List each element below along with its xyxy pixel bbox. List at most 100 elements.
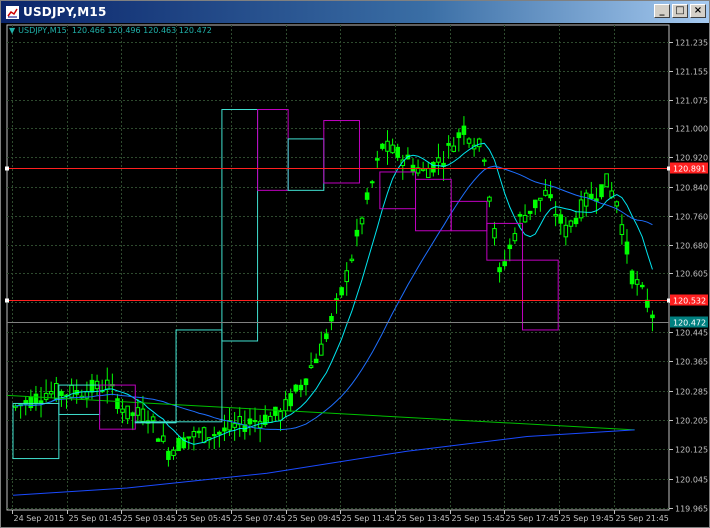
candle-body xyxy=(130,412,136,417)
candle-body xyxy=(604,173,609,188)
price-tick-label: 119.965 xyxy=(675,505,708,514)
candle-body xyxy=(115,398,120,410)
time-tick-label: 25 Sep 09:45 xyxy=(288,514,341,523)
candle-body xyxy=(532,199,538,209)
candle-body xyxy=(232,423,237,428)
minimize-button[interactable]: _ xyxy=(654,4,670,18)
price-tick-label: 120.760 xyxy=(675,213,708,222)
candle-body xyxy=(624,241,630,255)
range-box xyxy=(221,109,259,342)
candle-body xyxy=(492,228,497,239)
price-chart[interactable]: 121.235 121.155 121.075 121.000 120.920 120.8… xyxy=(1,23,709,528)
candle-body xyxy=(507,244,513,250)
candle-body xyxy=(201,427,207,443)
candle-body xyxy=(487,196,492,202)
candle-body xyxy=(308,365,314,369)
candle-body xyxy=(38,400,44,404)
close-button[interactable]: × xyxy=(690,4,706,18)
title-bar[interactable]: USDJPY,M15 _ □ × xyxy=(1,1,709,23)
candle-body xyxy=(283,399,288,412)
price-tick-label: 120.365 xyxy=(675,358,708,367)
candle-body xyxy=(354,229,360,237)
candle-body xyxy=(54,383,59,399)
candle-body xyxy=(359,217,365,225)
candle-body xyxy=(252,420,258,423)
candle-body xyxy=(431,161,436,173)
candle-body xyxy=(43,392,49,400)
price-tick-label: 120.205 xyxy=(675,417,708,426)
price-tick-label: 120.605 xyxy=(675,270,708,279)
price-tick-label: 121.155 xyxy=(675,68,708,77)
range-box xyxy=(257,109,289,191)
candle-body xyxy=(59,391,64,397)
candle-body xyxy=(639,284,645,288)
time-tick-label: 25 Sep 03:45 xyxy=(123,514,176,523)
price-tick-label: 120.045 xyxy=(675,476,708,485)
candle-body xyxy=(548,194,553,199)
candle-body xyxy=(313,358,319,364)
candle-body xyxy=(395,146,400,158)
candle-body xyxy=(634,279,640,285)
candle-body xyxy=(446,143,451,146)
ma-long-line xyxy=(6,394,635,431)
candle-body xyxy=(497,267,502,273)
candle-body xyxy=(120,408,125,413)
candle-body xyxy=(324,333,329,340)
candle-body xyxy=(69,384,74,398)
candle-body xyxy=(166,450,171,460)
candle-body xyxy=(583,192,589,207)
candle-body xyxy=(155,438,161,442)
range-box xyxy=(287,138,325,191)
candle-body xyxy=(48,390,54,395)
candle-body xyxy=(268,415,273,423)
triangle-icon: ▼ xyxy=(9,26,16,35)
candle-body xyxy=(278,411,283,421)
current-price-label: 120.472 xyxy=(673,319,706,328)
candle-body xyxy=(436,157,441,163)
candle-body xyxy=(420,168,426,171)
ma-longest-line xyxy=(12,429,635,496)
candle-body xyxy=(451,145,457,152)
candle-body xyxy=(553,213,558,217)
candle-body xyxy=(461,125,467,135)
candle-body xyxy=(273,406,278,416)
time-tick-label: 25 Sep 11:45 xyxy=(342,514,395,523)
candle-body xyxy=(390,144,395,154)
candle-body xyxy=(543,189,548,196)
candle-body xyxy=(247,418,253,425)
maximize-button[interactable]: □ xyxy=(672,4,688,18)
candle-body xyxy=(650,314,655,319)
candle-body xyxy=(619,224,625,236)
symbol-label: USDJPY,M15 xyxy=(18,26,67,35)
candle-body xyxy=(578,199,584,219)
candle-body xyxy=(614,201,620,207)
candle-body xyxy=(339,287,344,296)
candle-body xyxy=(456,132,462,139)
level-handle-left xyxy=(5,298,9,303)
candle-body xyxy=(171,449,176,457)
candle-body xyxy=(293,384,299,392)
level-price-label: 120.891 xyxy=(673,165,706,174)
price-tick-label: 120.285 xyxy=(675,388,708,397)
chart-canvas[interactable]: 121.235 121.155 121.075 121.000 120.920 120.8… xyxy=(1,23,709,528)
time-tick-label: 25 Sep 05:45 xyxy=(178,514,231,523)
window-controls: _ □ × xyxy=(654,4,706,18)
candle-body xyxy=(589,193,594,200)
ma-slow-line xyxy=(15,165,653,431)
candle-body xyxy=(629,270,635,285)
candle-body xyxy=(125,405,130,420)
chart-info-line: ▼ USDJPY,M15 120.466 120.496 120.463 120.… xyxy=(9,26,212,35)
candle-body xyxy=(563,224,569,238)
candle-body xyxy=(298,384,304,391)
candle-body xyxy=(558,214,564,224)
candle-body xyxy=(135,407,141,416)
ohlc-values: 120.466 120.496 120.463 120.472 xyxy=(71,26,212,35)
price-tick-label: 120.920 xyxy=(675,154,708,163)
candle-body xyxy=(482,159,487,162)
price-tick-label: 121.235 xyxy=(675,39,708,48)
candle-body xyxy=(375,158,380,161)
candle-body xyxy=(140,408,146,422)
range-box xyxy=(12,402,60,460)
candle-body xyxy=(538,197,543,201)
candle-body xyxy=(599,184,604,198)
